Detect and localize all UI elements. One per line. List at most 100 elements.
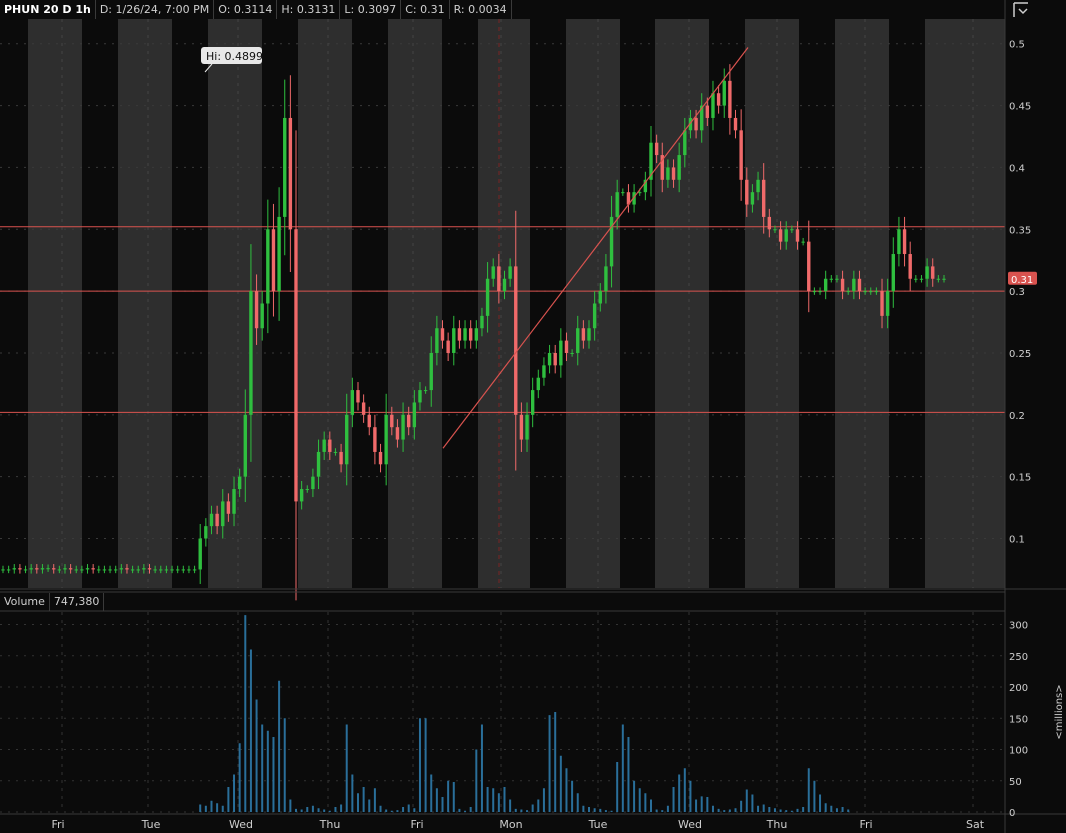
- y-tick-label: 0.25: [1009, 349, 1031, 360]
- y-tick-label: 0.2: [1009, 411, 1025, 422]
- volume-bar: [424, 718, 427, 812]
- candle-body: [407, 414, 411, 428]
- candle-body: [395, 427, 400, 440]
- candle-body: [345, 414, 349, 465]
- volume-bar: [413, 808, 416, 812]
- session-band-8: [745, 19, 799, 588]
- volume-bar: [497, 793, 500, 812]
- candle-body: [592, 303, 597, 329]
- candle-body: [136, 569, 140, 571]
- candle-body: [761, 179, 766, 217]
- volume-bar: [227, 787, 230, 812]
- candle-body: [80, 569, 84, 571]
- volume-bar: [678, 774, 681, 812]
- volume-bar: [210, 800, 213, 812]
- candle-body: [29, 568, 33, 570]
- volume-bar: [526, 810, 529, 812]
- candle-body: [316, 451, 321, 477]
- candle-body: [429, 352, 433, 391]
- volume-bar: [418, 718, 421, 812]
- volume-bar: [790, 810, 793, 812]
- candle-body: [857, 278, 862, 292]
- volume-bar: [813, 780, 816, 812]
- volume-bar: [441, 797, 444, 812]
- volume-bar: [785, 810, 788, 812]
- candle-body: [311, 476, 315, 490]
- candle-body: [435, 328, 439, 353]
- candle-body: [542, 365, 546, 378]
- candle-body: [835, 278, 839, 280]
- x-tick-label: Tue: [141, 818, 161, 831]
- candle-body: [412, 402, 417, 428]
- candle-body: [119, 568, 124, 570]
- x-tick-label: Tue: [588, 818, 608, 831]
- volume-bar: [621, 724, 624, 812]
- candle-body: [491, 266, 495, 279]
- volume-bar: [683, 768, 686, 812]
- candle-body: [384, 414, 388, 465]
- x-tick-label: Fri: [410, 818, 423, 831]
- volume-bar: [610, 810, 613, 812]
- volume-tick-label: 200: [1009, 683, 1028, 694]
- candle-body: [63, 568, 67, 570]
- candle-body: [85, 568, 90, 570]
- volume-bar: [548, 715, 551, 812]
- volume-bar: [751, 794, 754, 812]
- volume-bar: [311, 805, 314, 812]
- volume-bar: [762, 804, 765, 812]
- volume-bar: [469, 807, 472, 812]
- volume-bar: [289, 799, 292, 812]
- candle-body: [778, 229, 783, 242]
- candle-body: [553, 352, 557, 366]
- candle-body: [942, 278, 946, 280]
- x-tick-label: Mon: [499, 818, 522, 831]
- volume-bar: [565, 768, 568, 812]
- candle-body: [914, 278, 918, 280]
- candle-body: [373, 427, 377, 452]
- session-band-3: [298, 19, 352, 588]
- volume-tick-label: 100: [1009, 746, 1028, 757]
- volume-bar: [283, 718, 286, 812]
- candle-body: [677, 155, 681, 180]
- candle-body: [818, 291, 822, 293]
- candle-body: [716, 93, 721, 106]
- volume-bar: [542, 788, 545, 812]
- volume-tick-label: 250: [1009, 652, 1028, 663]
- y-tick-label: 0.15: [1009, 473, 1031, 484]
- candle-body: [756, 179, 760, 193]
- candle-body: [621, 192, 625, 194]
- price-chart[interactable]: 0.5 0.45 0.4 0.35 0.3 0.25 0.2 0.15 0.1 Hi: 0.489…: [0, 0, 1066, 833]
- volume-bar: [351, 774, 354, 812]
- candle-body: [333, 451, 338, 453]
- candle-body: [322, 439, 326, 452]
- volume-bar: [740, 800, 743, 812]
- volume-bar: [520, 809, 523, 812]
- candle-body: [378, 451, 383, 465]
- candle-body: [891, 254, 895, 292]
- candle-body: [147, 568, 152, 570]
- volume-bar: [452, 782, 455, 812]
- candle-body: [519, 414, 524, 440]
- volume-bar: [830, 805, 833, 812]
- candle-body: [108, 569, 112, 571]
- x-tick-label: Wed: [678, 818, 702, 831]
- candle-body: [683, 130, 687, 156]
- volume-bar: [717, 808, 720, 812]
- candle-body: [181, 569, 186, 571]
- candle-body: [739, 130, 743, 180]
- candle-body: [423, 390, 428, 392]
- last-price-label: 0.31: [1011, 275, 1033, 286]
- candle-body: [23, 569, 28, 571]
- volume-bar: [531, 804, 534, 812]
- volume-bar: [328, 810, 331, 812]
- volume-bar: [666, 805, 669, 812]
- candle-body: [356, 390, 360, 403]
- x-tick-label: Fri: [51, 818, 64, 831]
- candle-body: [773, 229, 777, 231]
- candle-body: [790, 229, 794, 231]
- volume-bar: [802, 807, 805, 812]
- volume-bar: [599, 808, 602, 812]
- volume-bar: [300, 809, 303, 812]
- candle-body: [457, 328, 462, 341]
- volume-bar: [390, 810, 393, 812]
